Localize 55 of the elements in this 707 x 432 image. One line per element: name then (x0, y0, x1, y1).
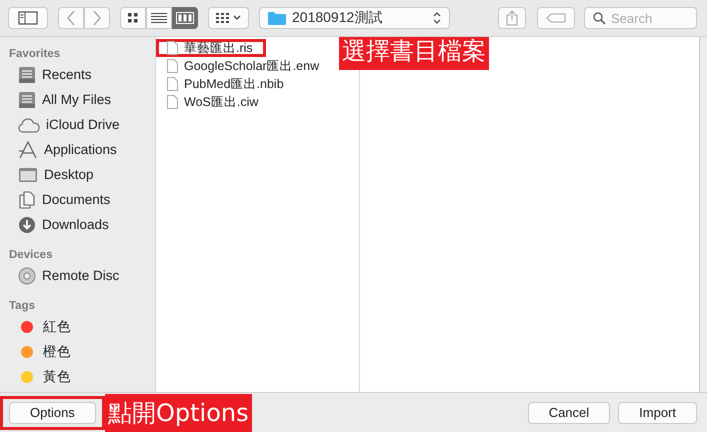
sidebar-item[interactable]: Downloads (0, 212, 155, 237)
file-item[interactable]: GoogleScholar匯出.enw (156, 57, 322, 75)
chevron-right-icon (92, 10, 102, 26)
grid-icon (127, 12, 139, 24)
column-view-button[interactable] (172, 7, 198, 29)
cloud-icon (18, 116, 40, 132)
list-view-button[interactable] (146, 7, 172, 29)
sidebar-item[interactable]: 紅色 (0, 314, 155, 339)
sidebar-item[interactable]: Desktop (0, 162, 155, 187)
chevron-left-icon (66, 10, 76, 26)
search-icon (593, 12, 606, 24)
columns-icon (176, 12, 194, 24)
folder-icon (268, 11, 286, 25)
import-button[interactable]: Import (618, 402, 697, 424)
desktop-icon (18, 166, 38, 182)
file-item[interactable]: PubMed匯出.nbib (156, 75, 287, 93)
annotation-label: 點開Options (105, 394, 252, 432)
section-header: Tags (8, 299, 36, 314)
apps-icon (18, 140, 38, 158)
path-popup[interactable]: 20180912測試 (259, 7, 450, 29)
tag-icon (546, 13, 566, 23)
options-button[interactable]: Options (9, 402, 96, 424)
sidebar-item[interactable]: iCloud Drive (0, 112, 155, 137)
updown-icon (433, 12, 441, 24)
arrange-button[interactable] (208, 7, 249, 29)
section-header: Favorites (8, 47, 62, 62)
search-input[interactable]: Search (611, 9, 687, 27)
search-field[interactable]: Search (584, 7, 697, 29)
sidebar-item[interactable]: 黃色 (0, 364, 155, 389)
sidebar-toggle-button[interactable] (8, 7, 48, 29)
sidebar-item[interactable]: Recents (0, 62, 155, 87)
download-icon (18, 216, 36, 234)
icon-view-button[interactable] (120, 7, 146, 29)
list-icon (151, 12, 167, 24)
document-icon (167, 95, 178, 109)
share-icon (506, 10, 518, 26)
sidebar-item[interactable]: 橙色 (0, 339, 155, 364)
tray-icon (18, 90, 36, 108)
grid-caret-icon (216, 12, 242, 24)
file-item[interactable]: 華藝匯出.ris (156, 39, 266, 57)
document-icon (167, 77, 178, 91)
sidebar-item[interactable]: Applications (0, 137, 155, 162)
document-icon (167, 59, 178, 73)
sidebar-icon (18, 11, 38, 25)
tray-icon (18, 66, 36, 84)
sidebar-item[interactable]: Remote Disc (0, 263, 155, 288)
cancel-button[interactable]: Cancel (528, 402, 610, 424)
disc-icon (18, 266, 36, 284)
sidebar-item[interactable]: Documents (0, 187, 155, 212)
file-item[interactable]: WoS匯出.ciw (156, 93, 262, 111)
section-header: Devices (8, 248, 54, 263)
document-icon (167, 41, 178, 55)
sidebar-item[interactable]: All My Files (0, 87, 155, 112)
annotation-label: 選擇書目檔案 (339, 37, 489, 70)
documents-icon (18, 190, 36, 208)
